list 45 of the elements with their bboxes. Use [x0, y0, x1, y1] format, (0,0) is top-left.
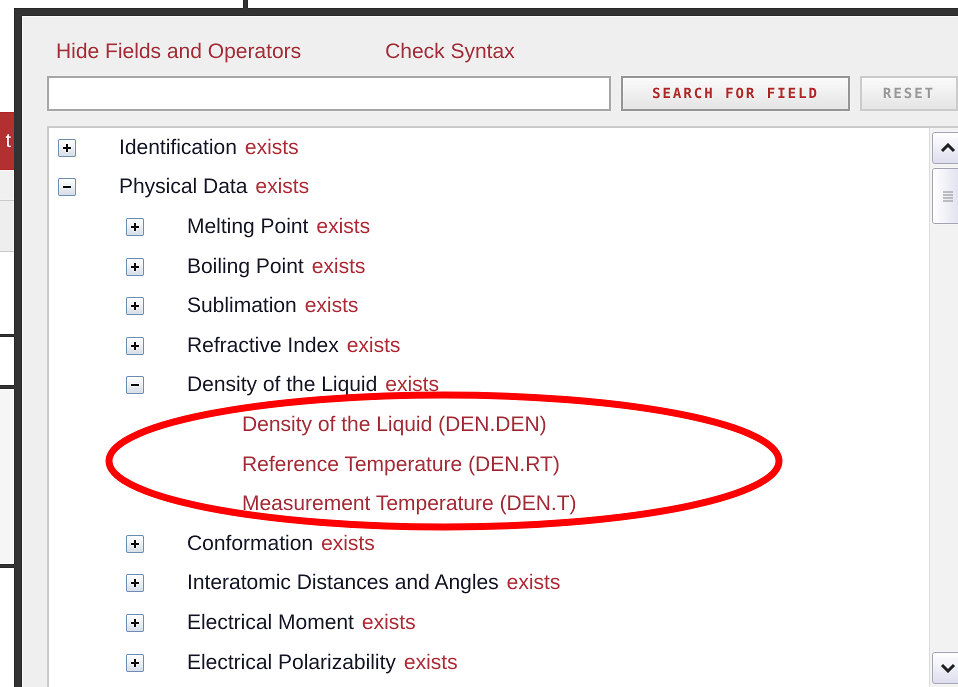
operator-text: exists — [362, 610, 416, 635]
collapse-icon[interactable] — [126, 376, 144, 394]
operator-text: exists — [255, 175, 310, 200]
tree-item[interactable]: Boiling Point — [187, 254, 304, 279]
tree-item[interactable]: Sublimation — [187, 294, 297, 318]
expand-icon[interactable] — [126, 336, 144, 355]
scroll-up-icon[interactable] — [932, 132, 958, 164]
expand-icon[interactable] — [126, 218, 144, 236]
search-field[interactable] — [47, 76, 611, 111]
tree-item[interactable]: Density of the Liquid — [187, 373, 378, 398]
scroll-thumb[interactable] — [932, 168, 958, 224]
operator-text: exists — [506, 571, 560, 596]
field-item[interactable]: Measurement Temperature (DEN.T) — [242, 492, 577, 516]
scrollbar[interactable] — [929, 128, 958, 687]
scroll-down-icon[interactable] — [932, 652, 958, 684]
expand-icon[interactable] — [126, 614, 144, 632]
collapse-icon[interactable] — [58, 178, 76, 196]
expand-icon[interactable] — [126, 534, 144, 553]
operator-text: exists — [312, 254, 366, 279]
tree-item[interactable]: Refractive Index — [187, 334, 339, 358]
operator-text: exists — [346, 334, 400, 358]
tree-item[interactable]: Identification — [119, 136, 237, 160]
operator-text: exists — [385, 373, 439, 398]
field-item[interactable]: Density of the Liquid (DEN.DEN) — [242, 412, 547, 437]
tree-item[interactable]: Electrical Polarizability — [187, 650, 396, 675]
link[interactable]: Hide Fields and Operators — [56, 40, 302, 64]
tree-item[interactable]: Interatomic Distances and Angles — [187, 571, 499, 596]
expand-icon[interactable] — [58, 138, 76, 157]
operator-text: exists — [321, 532, 375, 556]
tree-item[interactable]: Physical Data — [119, 175, 248, 200]
tree-item[interactable]: Electrical Moment — [187, 610, 354, 635]
expand-icon[interactable] — [126, 574, 144, 592]
operator-text: exists — [244, 136, 299, 160]
operator-text: exists — [316, 214, 370, 239]
field-item[interactable]: Reference Temperature (DEN.RT) — [242, 452, 560, 477]
expand-icon[interactable] — [126, 258, 144, 276]
tree-item[interactable]: Melting Point — [187, 214, 308, 239]
link[interactable]: Check Syntax — [385, 40, 515, 64]
expand-icon[interactable] — [126, 297, 144, 316]
operator-text: exists — [304, 294, 358, 318]
operator-text: exists — [404, 650, 458, 675]
expand-icon[interactable] — [126, 654, 144, 672]
header-text: t — [5, 130, 11, 152]
search-button[interactable]: SEARCH FOR FIELD — [621, 76, 850, 111]
tree-item[interactable]: Conformation — [187, 532, 314, 556]
